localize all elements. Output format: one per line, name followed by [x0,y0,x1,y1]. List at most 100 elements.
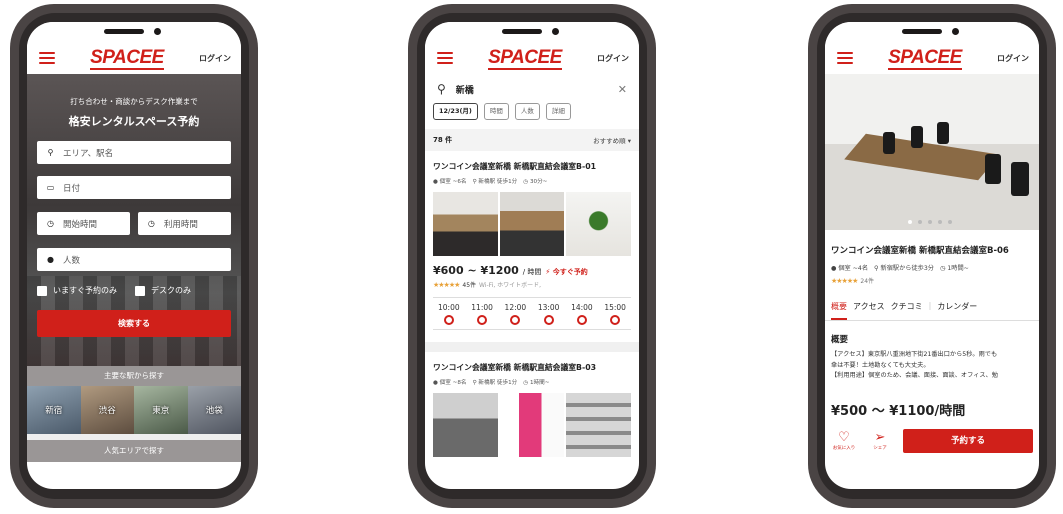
action-bar: ♡ お気に入り ➢ シェア 予約する [825,419,1039,453]
slot-time: 14:00 [571,303,593,312]
filter-chips: 12/23(月) 時間 人数 詳細 [425,98,639,120]
checkbox-box[interactable] [37,285,47,296]
search-bar[interactable]: ⚲ 新橋 ✕ [425,74,639,98]
area-placeholder: エリア、駅名 [63,148,114,159]
available-circle-icon [576,315,587,325]
date-placeholder: 日付 [63,183,81,194]
overview-line: 傘は不要！土地勘なくても大丈夫。 [831,361,930,369]
area-input[interactable]: ⚲ エリア、駅名 [37,141,231,164]
stations-title: 主要な駅から探す [27,366,241,386]
favorite-label: お気に入り [832,445,856,451]
listing-name[interactable]: ワンコイン会議室新橋 新橋駅直結会議室B-03 [433,362,631,373]
carousel-dot[interactable] [938,220,942,224]
room-photo[interactable] [499,192,565,256]
login-link[interactable]: ログイン [997,53,1029,64]
carousel-dot[interactable] [948,220,952,224]
checkbox-box[interactable] [135,285,145,296]
available-circle-icon [477,315,488,325]
camera-dot [154,28,161,35]
tab-calendar[interactable]: カレンダー [937,301,977,320]
date-input[interactable]: ▭ 日付 [37,176,231,199]
phone-bezel: SPACEE ログイン ⚲ 新橋 ✕ 12/23(月) 時間 人数 詳細 78 … [417,13,647,499]
min-time-info: ◷ 1時間~ [940,263,969,272]
capacity-info: ● 個室 ~4名 [831,263,868,272]
room-photo-carousel[interactable] [825,74,1039,230]
book-button[interactable]: 予約する [903,428,1033,453]
overview-line: 【アクセス】東京駅八重洲地下街21番出口から5秒。雨でも [831,351,998,358]
listing-photos[interactable] [433,393,632,457]
favorite-button[interactable]: ♡ お気に入り [831,430,857,451]
list-divider [425,342,639,352]
person-icon: ● [433,179,438,185]
available-circle-icon [543,315,554,325]
tab-overview[interactable]: 概要 [831,301,847,320]
time-slot[interactable]: 14:00 [566,303,598,325]
search-query[interactable]: 新橋 [456,83,618,96]
rating-row: ★★★★★ 24件 [825,272,1039,286]
speaker-slot [104,29,144,34]
sort-dropdown[interactable]: おすすめ順 ▾ [593,135,631,145]
calendar-icon: ▭ [46,183,55,192]
carousel-dot[interactable] [918,220,922,224]
start-time-placeholder: 開始時間 [63,219,98,230]
phone-screen: SPACEE ログイン ワンコイン会議室新橋 新橋駅直結会議室B-06 ● 個室… [825,22,1039,489]
room-meta: ● 個室 ~4名 ⚲ 新宿駅から徒歩3分 ◷ 1時間~ [825,256,1039,272]
room-photo[interactable] [433,393,498,457]
duration-input[interactable]: ◷ 利用時間 [137,212,231,235]
access-text: 新宿駅から徒歩3分 [880,265,934,272]
hamburger-menu-icon[interactable] [437,52,453,64]
time-slot[interactable]: 13:00 [533,303,565,325]
room-photo[interactable] [499,393,565,457]
hamburger-menu-icon[interactable] [39,52,55,64]
lightning-icon: ⚡ [545,268,551,276]
clear-icon[interactable]: ✕ [618,83,627,96]
map-pin-icon: ⚲ [47,148,54,157]
time-slot[interactable]: 12:00 [500,303,532,325]
phone-mockup-results: SPACEE ログイン ⚲ 新橋 ✕ 12/23(月) 時間 人数 詳細 78 … [408,4,656,508]
spacee-logo[interactable]: SPACEE [90,47,164,70]
tab-separator: | [928,301,932,310]
station-tile-shinjuku[interactable]: 新宿 [27,386,81,434]
overview-line: 【利用用途】個室のため、会議、面接、面談、オフィス、勉 [831,372,998,379]
filter-date[interactable]: 12/23(月) [433,103,478,120]
filter-detail[interactable]: 詳細 [545,103,571,120]
photo-chair-shape [1011,162,1029,196]
listing-name[interactable]: ワンコイン会議室新橋 新橋駅直結会議室B-01 [433,161,631,172]
share-button[interactable]: ➢ シェア [867,430,893,451]
filter-people[interactable]: 人数 [514,103,540,120]
room-photo[interactable] [566,192,632,256]
tab-reviews[interactable]: クチコミ [891,301,923,320]
person-icon: ● [831,265,837,272]
start-time-input[interactable]: ◷ 開始時間 [37,212,131,235]
listing-card[interactable]: ワンコイン会議室新橋 新橋駅直結会議室B-01 ● 個室 ~6名 ⚲ 新橋駅 徒… [425,151,639,330]
result-count: 78 件 [433,136,453,144]
instant-only-checkbox[interactable]: いますぐ予約のみ [37,285,117,296]
carousel-dot[interactable] [908,220,912,224]
station-tile-shibuya[interactable]: 渋谷 [80,386,134,434]
people-input[interactable]: ● 人数 [37,248,231,271]
time-slot[interactable]: 11:00 [466,303,498,325]
filter-time[interactable]: 時間 [483,103,509,120]
time-slots: 10:00 11:00 12:00 13:00 14:00 15:00 [433,297,631,330]
carousel-dots[interactable] [908,220,952,224]
time-slot[interactable]: 10:00 [433,303,465,325]
room-photo[interactable] [566,393,632,457]
station-tile-ikebukuro[interactable]: 池袋 [187,386,241,434]
spacee-logo[interactable]: SPACEE [488,47,562,70]
access-info: ⚲ 新宿駅から徒歩3分 [874,263,934,272]
listing-photos[interactable] [433,192,632,256]
spacee-logo[interactable]: SPACEE [888,47,962,70]
room-photo[interactable] [433,192,498,256]
login-link[interactable]: ログイン [597,53,629,64]
login-link[interactable]: ログイン [199,53,231,64]
tab-access[interactable]: アクセス [853,301,885,320]
capacity-info: ● 個室 ~6名 [433,177,466,185]
hamburger-menu-icon[interactable] [837,52,853,64]
carousel-dot[interactable] [928,220,932,224]
search-button[interactable]: 検索する [37,310,231,337]
desk-only-checkbox[interactable]: デスクのみ [135,285,191,296]
listing-card[interactable]: ワンコイン会議室新橋 新橋駅直結会議室B-03 ● 個室 ~8名 ⚲ 新橋駅 徒… [425,352,639,457]
station-tile-tokyo[interactable]: 東京 [134,386,188,434]
price-row: ¥600 ~ ¥1200 / 時間 ⚡ 今すぐ予約 [433,264,631,277]
time-slot[interactable]: 15:00 [599,303,631,325]
